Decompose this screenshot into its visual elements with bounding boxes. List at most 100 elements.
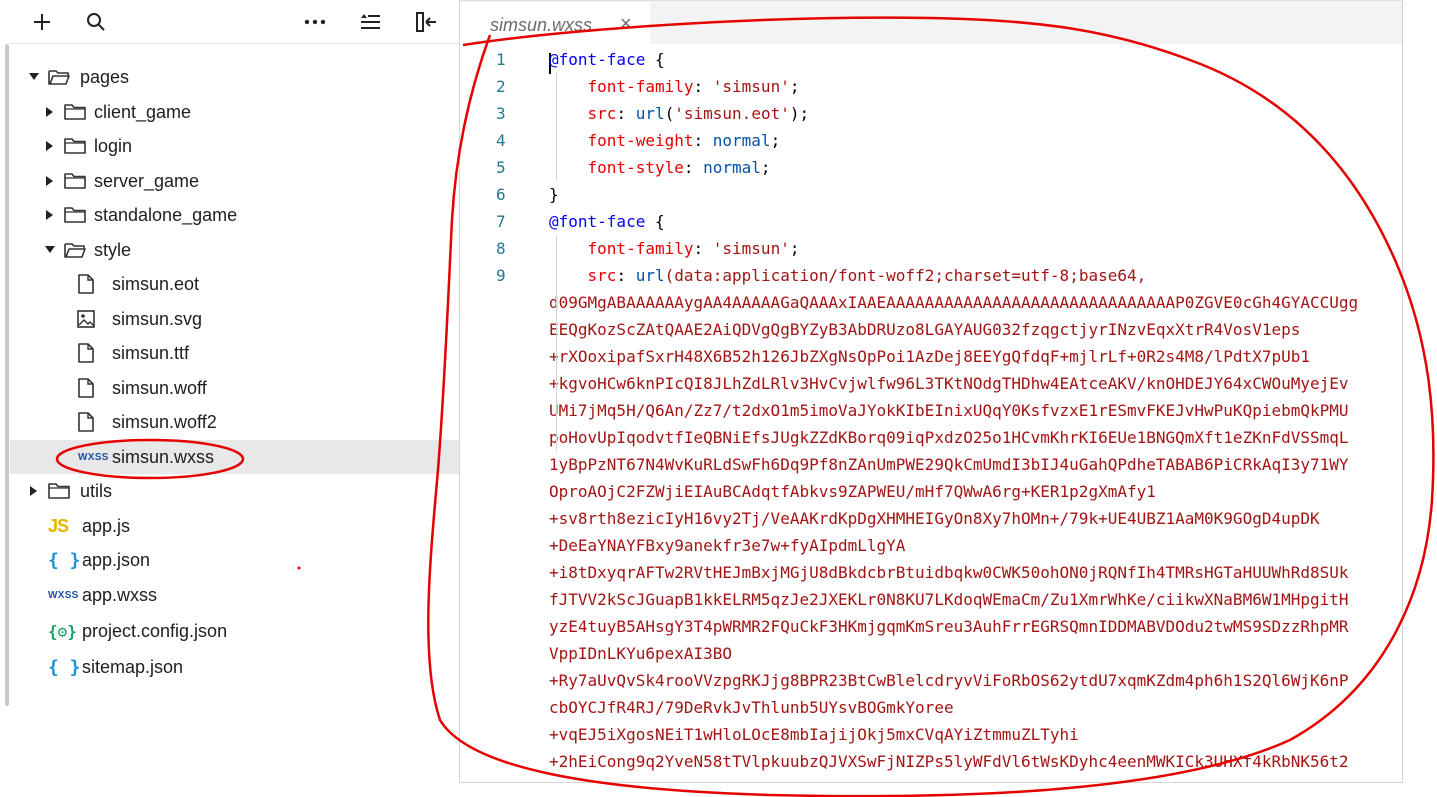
tree-item-label: client_game bbox=[94, 102, 192, 122]
code-line-wrapped: +i8tDxyqrAFTw2RVtHEJmBxjMGjU8dBkdcbrBtui… bbox=[549, 563, 1349, 582]
tab-title: simsun.wxss bbox=[490, 15, 593, 35]
tree-item-label: pages bbox=[80, 67, 130, 87]
config-file-icon: {⚙} bbox=[48, 621, 77, 641]
code-line-wrapped: poHovUpIqodvtfIeQBNiEfsJUgkZZdKBorq09iqP… bbox=[549, 428, 1349, 447]
collapse-icon[interactable] bbox=[356, 10, 384, 34]
caret-down-icon[interactable] bbox=[44, 233, 56, 267]
file-explorer: pages client_gamelogin server_game standalo… bbox=[0, 0, 459, 797]
caret-right-icon[interactable] bbox=[28, 474, 40, 508]
code-line: src: url(data:application/font-woff2;cha… bbox=[587, 266, 1147, 285]
tree-item-app-wxss[interactable]: WXSS app.wxss bbox=[10, 578, 459, 612]
code-line-wrapped: d09GMgABAAAAAAygAA4AAAAAGaQAAAxIAAEAAAAA… bbox=[549, 293, 1359, 312]
tree-item-label: simsun.woff2 bbox=[112, 412, 217, 432]
code-line-wrapped: +vqEJ5iXgosNEiT1wHloLOcE8mbIajijOkj5mxCV… bbox=[549, 725, 1079, 744]
line-number: 2 bbox=[496, 77, 506, 96]
tab-simsun-wxss[interactable]: simsun.wxss × bbox=[460, 2, 650, 45]
folder-icon bbox=[64, 164, 86, 198]
code-line-wrapped: fJTVV2kScJGuapB1kkELRM5qzJe2JXEKLr0N8KU7… bbox=[549, 590, 1349, 609]
indent-guide bbox=[556, 235, 557, 451]
caret-down-icon[interactable] bbox=[28, 60, 40, 94]
tree-item-label: simsun.eot bbox=[112, 274, 200, 294]
code-line: font-style: normal; bbox=[587, 158, 771, 177]
code-line-wrapped: OproAOjC2FZWjiEIAuBCAdqtfAbkvs9ZAPWEU/mH… bbox=[549, 482, 1156, 501]
tree-item-label: utils bbox=[80, 481, 113, 501]
code-line-wrapped: +DeEaYNAYFBxy9anekfr3e7w+fyAIpdmLlgYA bbox=[549, 536, 906, 555]
folder-icon bbox=[64, 198, 86, 232]
folder-open-icon bbox=[64, 233, 86, 267]
tree-item-label: sitemap.json bbox=[82, 657, 184, 677]
tree-item-label: project.config.json bbox=[82, 621, 228, 641]
tree-item-label: style bbox=[94, 240, 132, 260]
tree-item-pages[interactable]: pages bbox=[10, 60, 459, 94]
tree-item-label: simsun.woff bbox=[112, 378, 207, 398]
code-line: font-family: 'simsun'; bbox=[587, 77, 800, 96]
tree-item-label: standalone_game bbox=[94, 205, 238, 225]
code-line-wrapped: +rXOoxipafSxrH48X6B52h126JbZXgNsOpPoi1Az… bbox=[549, 347, 1310, 366]
tree-item-label: app.wxss bbox=[82, 585, 158, 605]
tree-item-app-js[interactable]: JS app.js bbox=[10, 509, 459, 543]
tree-item-sitemap-json[interactable]: { } sitemap.json bbox=[10, 650, 459, 684]
file-icon bbox=[78, 405, 94, 439]
line-number: 5 bbox=[496, 158, 506, 177]
explorer-toolbar bbox=[10, 0, 459, 44]
tree-item-simsun-ttf[interactable]: simsun.ttf bbox=[10, 336, 459, 370]
tree-item-label: simsun.wxss bbox=[112, 447, 215, 467]
folder-icon bbox=[64, 129, 86, 163]
split-icon[interactable] bbox=[412, 10, 440, 34]
code-line: src: url('simsun.eot'); bbox=[587, 104, 810, 123]
file-icon bbox=[78, 371, 94, 405]
code-line-wrapped: yzE4tuyB5AHsgY3T4pWRMR2FQuCkF3HKmjgqmKmS… bbox=[549, 617, 1349, 636]
tree-item-standalone-game[interactable]: standalone_game bbox=[10, 198, 459, 232]
tree-item-label: app.js bbox=[82, 516, 131, 536]
javascript-file-icon: JS bbox=[48, 515, 69, 536]
tab-bar: simsun.wxss × bbox=[460, 0, 1402, 45]
tree-item-login[interactable]: login bbox=[10, 129, 459, 163]
tree-item-simsun-eot[interactable]: simsun.eot bbox=[10, 267, 459, 301]
tree-item-simsun-svg[interactable]: simsun.svg bbox=[10, 302, 459, 336]
tree-item-project-config-json[interactable]: {⚙} project.config.json bbox=[10, 614, 459, 648]
line-number: 3 bbox=[496, 104, 506, 123]
line-number: 1 bbox=[496, 50, 506, 69]
more-icon[interactable] bbox=[301, 10, 329, 34]
tree-item-utils[interactable]: utils bbox=[10, 474, 459, 508]
tree-item-simsun-woff2[interactable]: simsun.woff2 bbox=[10, 405, 459, 439]
wxss-file-icon: WXSS bbox=[48, 589, 79, 601]
caret-right-icon[interactable] bbox=[44, 129, 56, 163]
tree-item-style[interactable]: style bbox=[10, 233, 459, 267]
tree-item-app-json[interactable]: { } app.json bbox=[10, 543, 459, 577]
tree-item-server-game[interactable]: server_game bbox=[10, 164, 459, 198]
code-line: @font-face { bbox=[549, 212, 665, 231]
json-file-icon: { } bbox=[48, 549, 81, 571]
code-editor: simsun.wxss × 1 @font-face { 2 font-family… bbox=[459, 0, 1403, 783]
explorer-scrollbar[interactable] bbox=[5, 44, 9, 706]
file-icon bbox=[78, 267, 94, 301]
image-file-icon bbox=[77, 302, 95, 336]
code-line-wrapped: EEQgKozScZAtQAAE2AiQDVgQgBYZyB3AbDRUzo8L… bbox=[549, 320, 1301, 339]
code-line: } bbox=[549, 185, 559, 204]
tree-item-client-game[interactable]: client_game bbox=[10, 95, 459, 129]
tree-item-label: server_game bbox=[94, 171, 200, 191]
code-line: font-family: 'simsun'; bbox=[587, 239, 800, 258]
caret-right-icon[interactable] bbox=[44, 95, 56, 129]
tree-item-simsun-wxss[interactable]: WXSS simsun.wxss bbox=[10, 440, 459, 474]
caret-right-icon[interactable] bbox=[44, 164, 56, 198]
close-icon[interactable]: × bbox=[620, 13, 632, 36]
folder-icon bbox=[64, 95, 86, 129]
code-line: font-weight: normal; bbox=[587, 131, 781, 150]
line-number: 6 bbox=[496, 185, 506, 204]
wxss-file-icon: WXSS bbox=[78, 451, 109, 463]
code-line: @font-face { bbox=[549, 50, 665, 69]
indent-guide bbox=[556, 73, 557, 181]
line-number: 9 bbox=[496, 266, 506, 285]
tree-item-label: simsun.svg bbox=[112, 309, 203, 329]
code-line-wrapped: VppIDnLKYu6pexAI3BO bbox=[549, 644, 733, 663]
code-area[interactable]: 1 @font-face { 2 font-family: 'simsun'; 3 s… bbox=[460, 46, 1402, 782]
search-icon[interactable] bbox=[82, 10, 110, 34]
tree-item-label: login bbox=[94, 136, 133, 156]
tree-item-simsun-woff[interactable]: simsun.woff bbox=[10, 371, 459, 405]
caret-right-icon[interactable] bbox=[44, 198, 56, 232]
code-line-wrapped: +kgvoHCw6knPIcQI8JLhZdLRlv3HvCvjwlfw96L3… bbox=[549, 374, 1349, 393]
code-line-wrapped: +Ry7aUvQvSk4rooVVzpgRKJjg8BPR23BtCwBlelc… bbox=[549, 671, 1349, 690]
json-file-icon: { } bbox=[48, 656, 81, 678]
add-icon[interactable] bbox=[28, 10, 56, 34]
